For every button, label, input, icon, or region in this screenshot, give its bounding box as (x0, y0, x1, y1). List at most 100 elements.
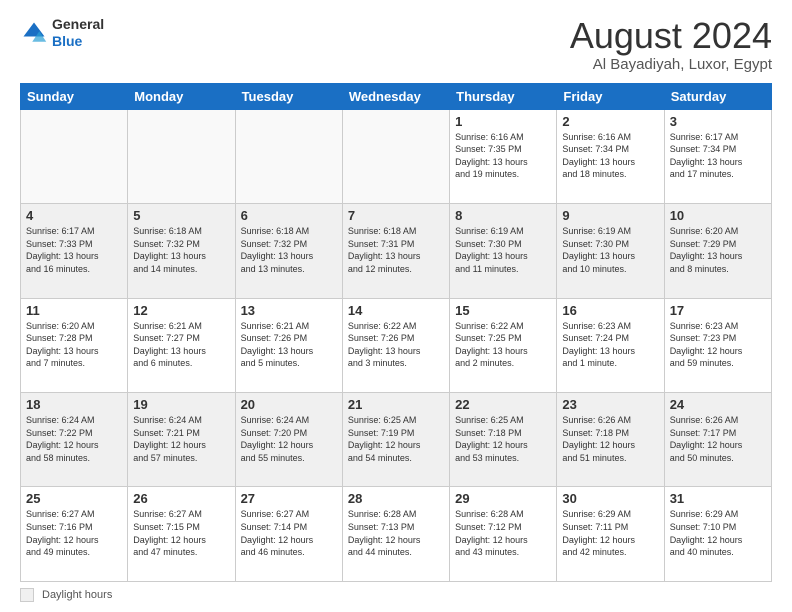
day-number: 23 (562, 397, 658, 412)
day-number: 3 (670, 114, 766, 129)
day-info: Sunrise: 6:23 AM Sunset: 7:23 PM Dayligh… (670, 320, 766, 370)
day-info: Sunrise: 6:27 AM Sunset: 7:15 PM Dayligh… (133, 508, 229, 558)
day-number: 25 (26, 491, 122, 506)
week-row-4: 18 Sunrise: 6:24 AM Sunset: 7:22 PM Dayli… (21, 393, 772, 487)
day-number: 2 (562, 114, 658, 129)
day-number: 8 (455, 208, 551, 223)
daylight-legend-box (20, 588, 34, 602)
day-info: Sunrise: 6:18 AM Sunset: 7:32 PM Dayligh… (133, 225, 229, 275)
day-info: Sunrise: 6:27 AM Sunset: 7:16 PM Dayligh… (26, 508, 122, 558)
day-info: Sunrise: 6:25 AM Sunset: 7:19 PM Dayligh… (348, 414, 444, 464)
day-number: 19 (133, 397, 229, 412)
day-number: 26 (133, 491, 229, 506)
day-info: Sunrise: 6:28 AM Sunset: 7:13 PM Dayligh… (348, 508, 444, 558)
day-cell: 27 Sunrise: 6:27 AM Sunset: 7:14 PM Dayli… (235, 487, 342, 582)
day-cell: 26 Sunrise: 6:27 AM Sunset: 7:15 PM Dayli… (128, 487, 235, 582)
day-cell: 12 Sunrise: 6:21 AM Sunset: 7:27 PM Dayli… (128, 298, 235, 392)
day-cell: 10Sunrise: 6:20 AM Sunset: 7:29 PM Dayli… (664, 204, 771, 298)
footer-label: Daylight hours (42, 589, 112, 601)
col-monday: Monday (128, 83, 235, 109)
day-cell: 19Sunrise: 6:24 AM Sunset: 7:21 PM Dayli… (128, 393, 235, 487)
calendar-subtitle: Al Bayadiyah, Luxor, Egypt (570, 56, 772, 73)
day-cell: 18 Sunrise: 6:24 AM Sunset: 7:22 PM Dayli… (21, 393, 128, 487)
week-row-3: 11Sunrise: 6:20 AM Sunset: 7:28 PM Dayli… (21, 298, 772, 392)
day-number: 28 (348, 491, 444, 506)
day-number: 24 (670, 397, 766, 412)
day-cell (342, 109, 449, 203)
day-cell: 24 Sunrise: 6:26 AM Sunset: 7:17 PM Dayli… (664, 393, 771, 487)
header-row: Sunday Monday Tuesday Wednesday Thursday… (21, 83, 772, 109)
day-cell: 8 Sunrise: 6:19 AM Sunset: 7:30 PM Daylig… (450, 204, 557, 298)
day-cell: 22 Sunrise: 6:25 AM Sunset: 7:18 PM Dayli… (450, 393, 557, 487)
day-number: 6 (241, 208, 337, 223)
day-cell: 7 Sunrise: 6:18 AM Sunset: 7:31 PM Daylig… (342, 204, 449, 298)
day-info: Sunrise: 6:27 AM Sunset: 7:14 PM Dayligh… (241, 508, 337, 558)
day-cell: 3Sunrise: 6:17 AM Sunset: 7:34 PM Daylig… (664, 109, 771, 203)
day-info: Sunrise: 6:16 AM Sunset: 7:35 PM Dayligh… (455, 131, 551, 181)
day-number: 21 (348, 397, 444, 412)
day-number: 5 (133, 208, 229, 223)
day-number: 18 (26, 397, 122, 412)
day-info: Sunrise: 6:26 AM Sunset: 7:17 PM Dayligh… (670, 414, 766, 464)
day-number: 17 (670, 303, 766, 318)
day-cell (235, 109, 342, 203)
day-info: Sunrise: 6:23 AM Sunset: 7:24 PM Dayligh… (562, 320, 658, 370)
day-number: 11 (26, 303, 122, 318)
week-row-1: 1Sunrise: 6:16 AM Sunset: 7:35 PM Daylig… (21, 109, 772, 203)
day-number: 29 (455, 491, 551, 506)
logo: General Blue (20, 16, 104, 50)
day-number: 7 (348, 208, 444, 223)
day-number: 30 (562, 491, 658, 506)
day-number: 16 (562, 303, 658, 318)
day-cell: 1Sunrise: 6:16 AM Sunset: 7:35 PM Daylig… (450, 109, 557, 203)
day-number: 12 (133, 303, 229, 318)
day-number: 4 (26, 208, 122, 223)
day-info: Sunrise: 6:21 AM Sunset: 7:27 PM Dayligh… (133, 320, 229, 370)
day-cell (128, 109, 235, 203)
day-number: 20 (241, 397, 337, 412)
day-cell: 11Sunrise: 6:20 AM Sunset: 7:28 PM Dayli… (21, 298, 128, 392)
day-info: Sunrise: 6:24 AM Sunset: 7:20 PM Dayligh… (241, 414, 337, 464)
day-info: Sunrise: 6:17 AM Sunset: 7:33 PM Dayligh… (26, 225, 122, 275)
day-cell: 25 Sunrise: 6:27 AM Sunset: 7:16 PM Dayli… (21, 487, 128, 582)
col-thursday: Thursday (450, 83, 557, 109)
day-info: Sunrise: 6:22 AM Sunset: 7:25 PM Dayligh… (455, 320, 551, 370)
calendar-title: August 2024 (570, 16, 772, 56)
day-info: Sunrise: 6:21 AM Sunset: 7:26 PM Dayligh… (241, 320, 337, 370)
logo-text: General Blue (52, 16, 104, 50)
page: General Blue August 2024 Al Bayadiyah, L… (0, 0, 792, 612)
col-sunday: Sunday (21, 83, 128, 109)
calendar-table: Sunday Monday Tuesday Wednesday Thursday… (20, 83, 772, 582)
day-number: 27 (241, 491, 337, 506)
day-info: Sunrise: 6:19 AM Sunset: 7:30 PM Dayligh… (455, 225, 551, 275)
day-cell: 17 Sunrise: 6:23 AM Sunset: 7:23 PM Dayli… (664, 298, 771, 392)
day-cell: 4 Sunrise: 6:17 AM Sunset: 7:33 PM Daylig… (21, 204, 128, 298)
day-number: 15 (455, 303, 551, 318)
day-info: Sunrise: 6:16 AM Sunset: 7:34 PM Dayligh… (562, 131, 658, 181)
day-info: Sunrise: 6:18 AM Sunset: 7:32 PM Dayligh… (241, 225, 337, 275)
day-cell: 16 Sunrise: 6:23 AM Sunset: 7:24 PM Dayli… (557, 298, 664, 392)
col-tuesday: Tuesday (235, 83, 342, 109)
day-cell: 14Sunrise: 6:22 AM Sunset: 7:26 PM Dayli… (342, 298, 449, 392)
day-number: 22 (455, 397, 551, 412)
day-cell: 21 Sunrise: 6:25 AM Sunset: 7:19 PM Dayli… (342, 393, 449, 487)
day-info: Sunrise: 6:18 AM Sunset: 7:31 PM Dayligh… (348, 225, 444, 275)
day-cell: 13Sunrise: 6:21 AM Sunset: 7:26 PM Dayli… (235, 298, 342, 392)
footer: Daylight hours (20, 588, 772, 602)
day-info: Sunrise: 6:25 AM Sunset: 7:18 PM Dayligh… (455, 414, 551, 464)
day-cell: 15 Sunrise: 6:22 AM Sunset: 7:25 PM Dayli… (450, 298, 557, 392)
day-info: Sunrise: 6:29 AM Sunset: 7:11 PM Dayligh… (562, 508, 658, 558)
day-info: Sunrise: 6:22 AM Sunset: 7:26 PM Dayligh… (348, 320, 444, 370)
day-info: Sunrise: 6:29 AM Sunset: 7:10 PM Dayligh… (670, 508, 766, 558)
day-number: 10 (670, 208, 766, 223)
day-info: Sunrise: 6:24 AM Sunset: 7:22 PM Dayligh… (26, 414, 122, 464)
day-cell: 28 Sunrise: 6:28 AM Sunset: 7:13 PM Dayli… (342, 487, 449, 582)
day-cell: 30 Sunrise: 6:29 AM Sunset: 7:11 PM Dayli… (557, 487, 664, 582)
col-friday: Friday (557, 83, 664, 109)
title-block: August 2024 Al Bayadiyah, Luxor, Egypt (570, 16, 772, 73)
col-saturday: Saturday (664, 83, 771, 109)
day-cell: 6 Sunrise: 6:18 AM Sunset: 7:32 PM Daylig… (235, 204, 342, 298)
header: General Blue August 2024 Al Bayadiyah, L… (20, 16, 772, 73)
day-info: Sunrise: 6:19 AM Sunset: 7:30 PM Dayligh… (562, 225, 658, 275)
day-info: Sunrise: 6:28 AM Sunset: 7:12 PM Dayligh… (455, 508, 551, 558)
